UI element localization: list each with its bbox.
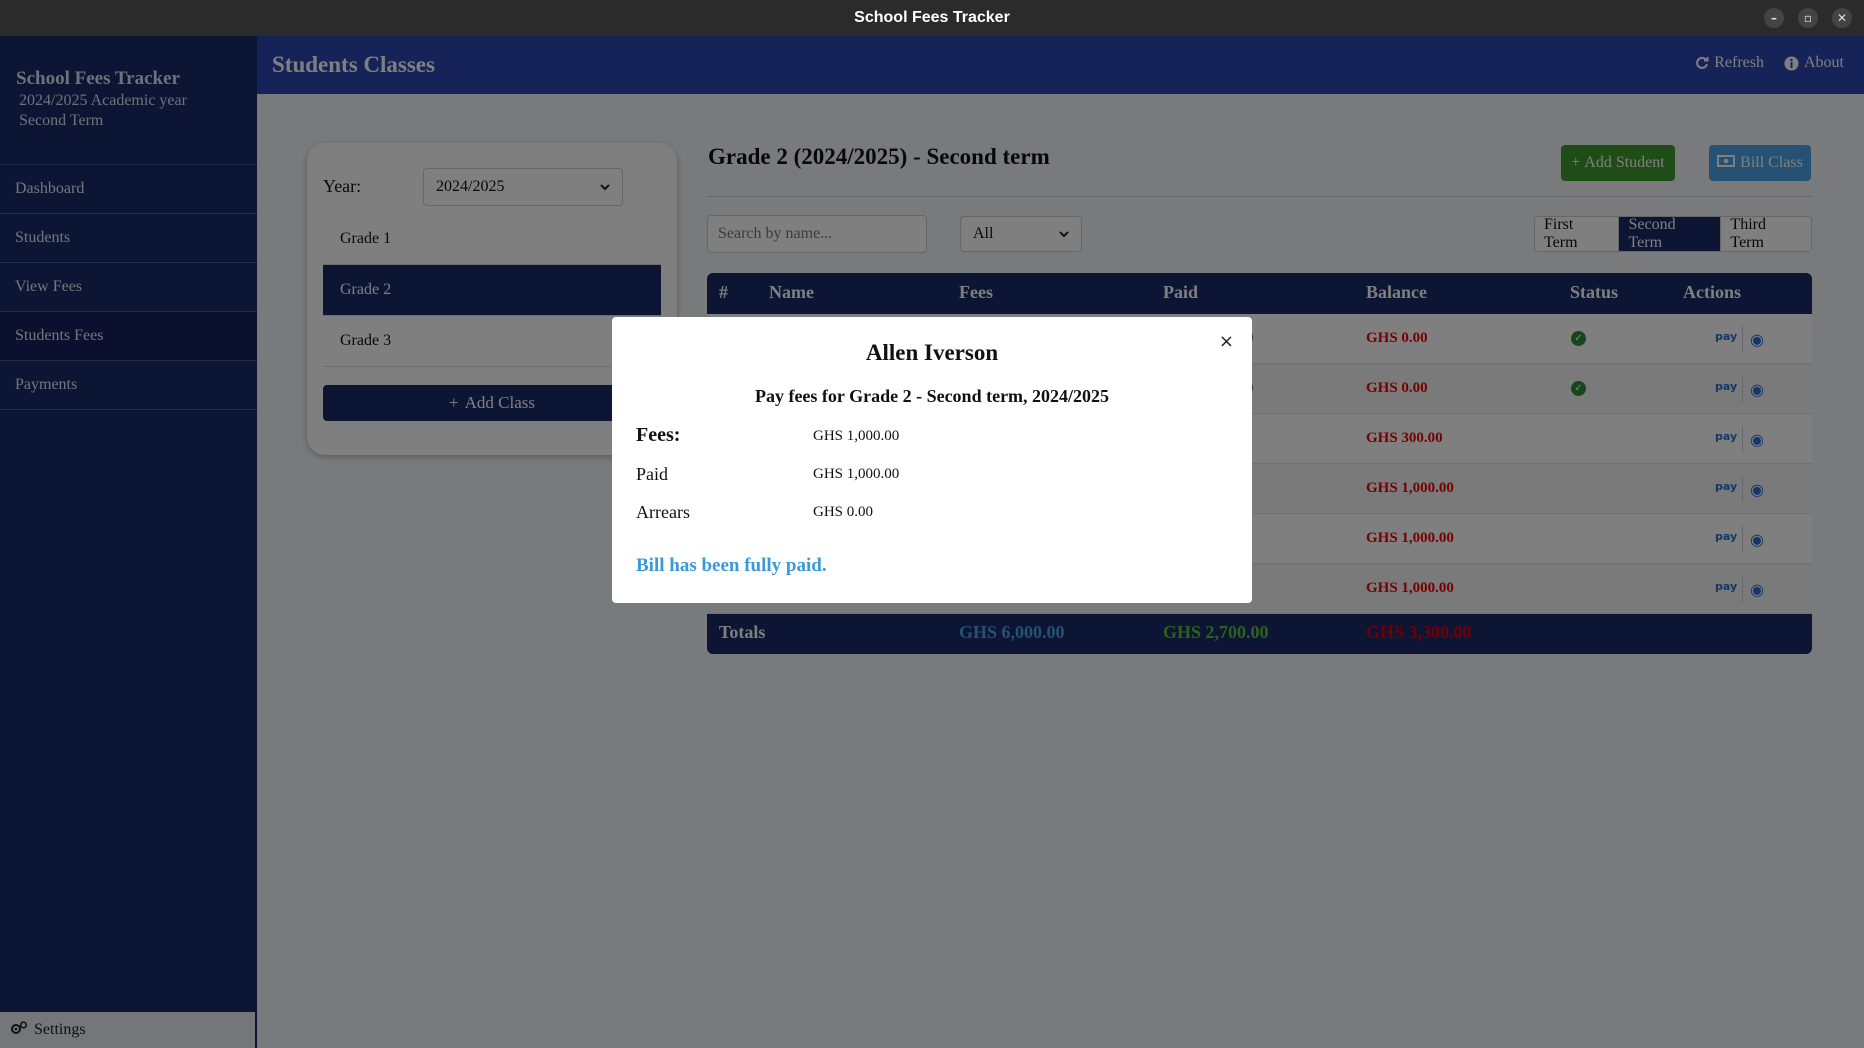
payment-status-message: Bill has been fully paid. [636, 555, 827, 576]
student-name: Allen Iverson [865, 340, 999, 365]
fees-row: Fees: GHS 1,000.00 [636, 424, 899, 447]
paid-row: Paid GHS 1,000.00 [636, 464, 899, 485]
arrears-label: Arrears [636, 502, 690, 522]
paid-label: Paid [636, 464, 669, 484]
fees-value: GHS 1,000.00 [813, 428, 900, 444]
window-controls: – ▫ ✕ [1764, 8, 1852, 28]
minimize-icon[interactable]: – [1764, 8, 1784, 28]
pay-fees-modal: × Allen Iverson Pay fees for Grade 2 - S… [612, 317, 1252, 603]
arrears-value: GHS 0.00 [813, 504, 874, 520]
window-title: School Fees Tracker [854, 9, 1010, 26]
fees-label: Fees: [636, 424, 681, 446]
close-window-icon[interactable]: ✕ [1832, 8, 1852, 28]
paid-value: GHS 1,000.00 [813, 466, 900, 482]
window-titlebar: School Fees Tracker – ▫ ✕ [0, 0, 1864, 36]
arrears-row: Arrears GHS 0.00 [636, 502, 873, 523]
maximize-icon[interactable]: ▫ [1798, 8, 1818, 28]
modal-subtitle: Pay fees for Grade 2 - Second term, 2024… [754, 386, 1110, 406]
